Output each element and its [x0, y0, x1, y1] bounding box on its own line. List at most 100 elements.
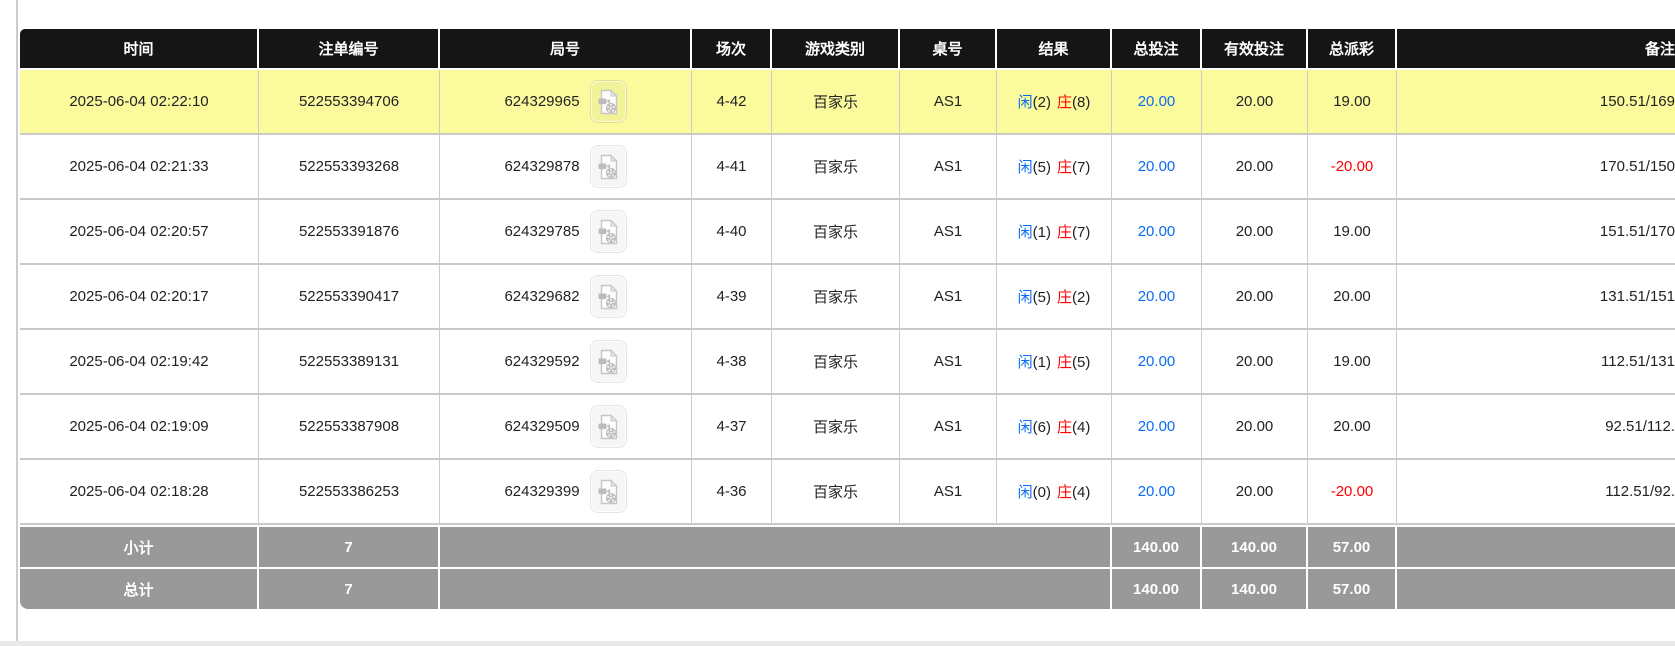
cell-session: 4-42 [692, 70, 772, 135]
cell-time: 2025-06-04 02:20:57 [20, 200, 259, 265]
total-payout-value: -20.00 [1331, 483, 1374, 500]
subtotal-valid-bet: 140.00 [1202, 525, 1308, 567]
cell-table-no: AS1 [900, 70, 997, 135]
total-total-payout: 57.00 [1308, 567, 1397, 609]
cell-game-type: 百家乐 [772, 395, 900, 460]
header-round-id: 局号 [440, 29, 692, 70]
cell-total-payout: 20.00 [1308, 265, 1397, 330]
video-replay-button[interactable] [590, 210, 627, 253]
cell-time: 2025-06-04 02:19:09 [20, 395, 259, 460]
total-spacer [440, 567, 1112, 609]
total-bet-link[interactable]: 20.00 [1138, 483, 1176, 500]
result-player-score: (2) [1033, 94, 1051, 111]
video-icon [598, 89, 619, 115]
result-banker-label: 庄 [1057, 224, 1072, 241]
result-player-label: 闲 [1018, 224, 1033, 241]
cell-round-id: 624329682 [440, 265, 692, 330]
cell-total-payout: -20.00 [1308, 460, 1397, 525]
total-bet-link[interactable]: 20.00 [1138, 223, 1176, 240]
header-result: 结果 [997, 29, 1112, 70]
table-row[interactable]: 2025-06-04 02:18:28 522553386253 6243293… [20, 460, 1675, 525]
cell-result: 闲(5)庄(7) [997, 135, 1112, 200]
cell-valid-bet: 20.00 [1202, 70, 1308, 135]
video-replay-button[interactable] [590, 80, 627, 123]
round-id-value: 624329682 [504, 288, 579, 305]
subtotal-total-bet: 140.00 [1112, 525, 1202, 567]
cell-remark: 170.51/150 [1397, 135, 1675, 200]
header-valid-bet: 有效投注 [1202, 29, 1308, 70]
table-row[interactable]: 2025-06-04 02:21:33 522553393268 6243298… [20, 135, 1675, 200]
subtotal-label: 小计 [20, 525, 259, 567]
header-total-payout: 总派彩 [1308, 29, 1397, 70]
cell-remark: 112.51/131 [1397, 330, 1675, 395]
result-player-label: 闲 [1018, 159, 1033, 176]
cell-round-id: 624329878 [440, 135, 692, 200]
cell-table-no: AS1 [900, 135, 997, 200]
result-banker-score: (7) [1072, 159, 1090, 176]
cell-result: 闲(5)庄(2) [997, 265, 1112, 330]
total-payout-value: 19.00 [1333, 353, 1371, 370]
video-replay-button[interactable] [590, 275, 627, 318]
cell-total-payout: 19.00 [1308, 330, 1397, 395]
cell-time: 2025-06-04 02:21:33 [20, 135, 259, 200]
cell-game-type: 百家乐 [772, 330, 900, 395]
video-replay-button[interactable] [590, 470, 627, 513]
round-id-value: 624329399 [504, 483, 579, 500]
cell-total-bet: 20.00 [1112, 200, 1202, 265]
total-payout-value: 20.00 [1333, 418, 1371, 435]
cell-time: 2025-06-04 02:19:42 [20, 330, 259, 395]
table-row[interactable]: 2025-06-04 02:19:09 522553387908 6243295… [20, 395, 1675, 460]
total-payout-value: 19.00 [1333, 223, 1371, 240]
result-player-score: (5) [1033, 159, 1051, 176]
table-row[interactable]: 2025-06-04 02:19:42 522553389131 6243295… [20, 330, 1675, 395]
video-replay-button[interactable] [590, 145, 627, 188]
subtotal-remark-spacer [1397, 525, 1675, 567]
page-left-border [16, 0, 18, 646]
total-bet-link[interactable]: 20.00 [1138, 93, 1176, 110]
result-banker-score: (4) [1072, 484, 1090, 501]
summary-body: 小计 7 140.00 140.00 57.00 总计 7 140.00 140… [20, 525, 1675, 609]
table-row[interactable]: 2025-06-04 02:22:10 522553394706 6243299… [20, 70, 1675, 135]
cell-session: 4-38 [692, 330, 772, 395]
total-bet-link[interactable]: 20.00 [1138, 353, 1176, 370]
result-banker-score: (7) [1072, 224, 1090, 241]
result-banker-score: (5) [1072, 354, 1090, 371]
bet-records-table: 时间 注单编号 局号 场次 游戏类别 桌号 结果 总投注 有效投注 总派彩 备注… [20, 29, 1675, 609]
video-replay-button[interactable] [590, 405, 627, 448]
table-header: 时间 注单编号 局号 场次 游戏类别 桌号 结果 总投注 有效投注 总派彩 备注 [20, 29, 1675, 70]
total-row: 总计 7 140.00 140.00 57.00 [20, 567, 1675, 609]
result-banker-label: 庄 [1057, 94, 1072, 111]
total-bet-link[interactable]: 20.00 [1138, 158, 1176, 175]
video-icon [598, 219, 619, 245]
table-row[interactable]: 2025-06-04 02:20:57 522553391876 6243297… [20, 200, 1675, 265]
result-banker-label: 庄 [1057, 289, 1072, 306]
header-game-type: 游戏类别 [772, 29, 900, 70]
subtotal-spacer [440, 525, 1112, 567]
total-payout-value: 19.00 [1333, 93, 1371, 110]
header-table-no: 桌号 [900, 29, 997, 70]
total-payout-value: -20.00 [1331, 158, 1374, 175]
header-session: 场次 [692, 29, 772, 70]
cell-table-no: AS1 [900, 265, 997, 330]
total-bet-link[interactable]: 20.00 [1138, 418, 1176, 435]
result-banker-label: 庄 [1057, 354, 1072, 371]
video-icon [598, 479, 619, 505]
cell-valid-bet: 20.00 [1202, 265, 1308, 330]
cell-table-no: AS1 [900, 200, 997, 265]
cell-bet-id: 522553393268 [259, 135, 440, 200]
cell-game-type: 百家乐 [772, 135, 900, 200]
video-replay-button[interactable] [590, 340, 627, 383]
cell-round-id: 624329509 [440, 395, 692, 460]
video-icon [598, 414, 619, 440]
cell-total-payout: -20.00 [1308, 135, 1397, 200]
cell-game-type: 百家乐 [772, 265, 900, 330]
cell-remark: 131.51/151 [1397, 265, 1675, 330]
page-bottom-edge [0, 641, 1675, 646]
cell-session: 4-36 [692, 460, 772, 525]
round-id-value: 624329965 [504, 93, 579, 110]
subtotal-count: 7 [259, 525, 440, 567]
total-count: 7 [259, 567, 440, 609]
cell-time: 2025-06-04 02:20:17 [20, 265, 259, 330]
total-bet-link[interactable]: 20.00 [1138, 288, 1176, 305]
table-row[interactable]: 2025-06-04 02:20:17 522553390417 6243296… [20, 265, 1675, 330]
